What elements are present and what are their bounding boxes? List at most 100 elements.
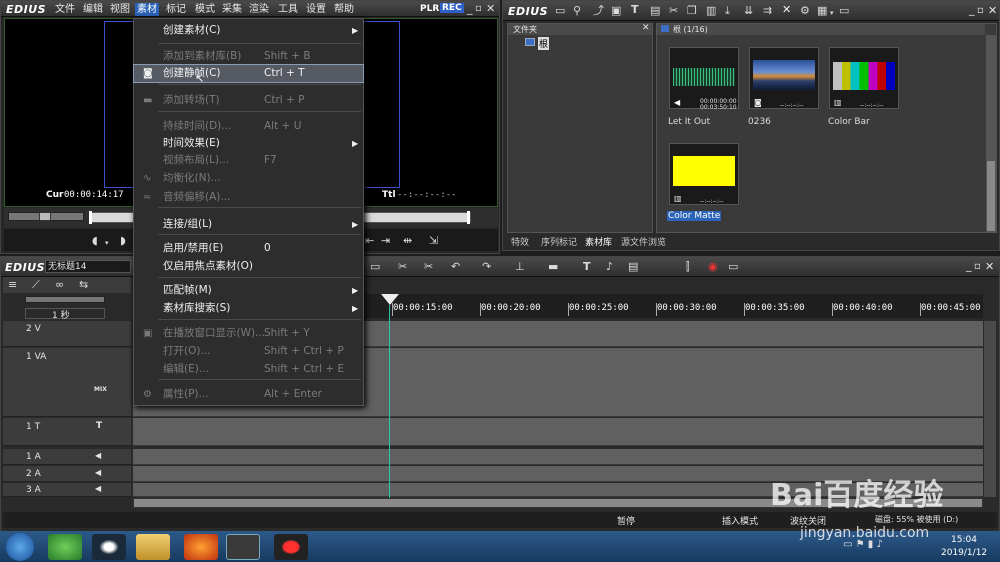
qq-taskbar-icon[interactable] (92, 534, 126, 560)
search-icon[interactable]: ⚲ (573, 4, 581, 18)
view-dropdown-icon[interactable]: ▾ (830, 6, 834, 20)
track-area-1a[interactable] (133, 449, 983, 465)
clip-thumb-0236[interactable]: ◙ --:--:--:-- (749, 47, 819, 109)
menu-item-9[interactable]: 连接/组(L) ▶ (134, 216, 363, 233)
menu-item-13[interactable]: 素材库搜索(S) ▶ (134, 300, 363, 317)
firefox-taskbar-icon[interactable] (184, 534, 218, 560)
step-back-icon[interactable]: ⇤ (365, 234, 374, 248)
shuttle-handle[interactable] (39, 212, 51, 221)
track-header-1va[interactable] (3, 348, 131, 417)
track-area-1t[interactable] (133, 418, 983, 446)
transport-dropdown-icon[interactable]: ▾ (105, 236, 109, 250)
menu-2[interactable]: 视图 (108, 3, 132, 16)
recorder-taskbar-icon[interactable] (274, 534, 308, 560)
clip-pane-scroll-thumb[interactable] (987, 161, 995, 231)
sequence-name-field[interactable]: 无标题14 (45, 260, 131, 273)
mic-icon[interactable]: ♪ (606, 260, 613, 274)
close-icon[interactable]: ✕ (486, 2, 495, 15)
track-header-1t[interactable] (3, 418, 131, 446)
tab-bin[interactable]: 素材库 (585, 235, 612, 248)
mixer-icon[interactable]: ⫿ (686, 260, 690, 274)
clip-thumb-let-it-out[interactable]: ◀ 00:00:00:00 00:03:50:10 (669, 47, 739, 111)
record-icon[interactable]: ◉ (708, 260, 718, 274)
playhead-marker[interactable] (381, 294, 399, 305)
render-icon[interactable]: ▤ (628, 260, 638, 274)
tab-sequence-markers[interactable]: 序列标记 (541, 235, 577, 248)
tl-minimize-icon[interactable]: _ (966, 259, 972, 272)
menu-1[interactable]: 编辑 (81, 3, 105, 16)
menu-item-11[interactable]: 仅启用焦点素材(O) (134, 258, 363, 275)
folder-icon[interactable]: ▭ (555, 4, 565, 18)
set-in-icon[interactable]: ◖ (92, 234, 98, 248)
bin-close-icon[interactable]: ✕ (988, 4, 997, 17)
undo-icon[interactable]: ↶ (451, 260, 460, 274)
track-header-3a[interactable] (3, 483, 131, 497)
cut-icon[interactable]: ✂ (669, 4, 678, 18)
edius-taskbar-icon[interactable] (226, 534, 260, 560)
bin-settings-icon[interactable]: ▭ (839, 4, 849, 18)
view-mode-icon[interactable]: ▦ (817, 4, 827, 18)
tab-effects[interactable]: 特效 (511, 235, 529, 248)
plr-badge[interactable]: PLR (420, 4, 439, 14)
menu-0[interactable]: 文件 (53, 3, 77, 16)
clip-thumb-color-bar[interactable]: ▥ --:--:--:-- (829, 47, 899, 109)
overwrite-icon[interactable]: ⇹ (403, 234, 412, 248)
root-folder-label[interactable]: 根 (538, 37, 550, 50)
set-out-icon[interactable]: ◗ (120, 234, 126, 248)
menu-9[interactable]: 设置 (304, 3, 328, 16)
up-folder-icon[interactable]: ⤴ (593, 4, 604, 18)
layout-icon[interactable]: ▭ (728, 260, 738, 274)
menu-3[interactable]: 素材 (135, 3, 159, 16)
folder-pane-close[interactable]: ✕ (642, 23, 650, 33)
tl-close-icon[interactable]: ✕ (985, 260, 994, 273)
paste-icon[interactable]: ▥ (706, 4, 716, 18)
rec-badge[interactable]: REC (440, 3, 464, 13)
in-marker[interactable] (89, 211, 92, 224)
monitor-icon[interactable]: ▤ (650, 4, 660, 18)
tab-source-browser[interactable]: 源文件浏览 (621, 235, 666, 248)
out-marker[interactable] (467, 211, 470, 224)
menu-item-12[interactable]: 匹配帧(M) ▶ (134, 282, 363, 299)
insert-track-icon[interactable]: ⇊ (744, 4, 753, 18)
menu-item-5[interactable]: 时间效果(E) ▶ (134, 135, 363, 152)
track-tool-2-icon[interactable]: ⟋ (32, 278, 40, 292)
menu-item-2[interactable]: ◙ 创建静帧(C) Ctrl + T (133, 64, 364, 83)
tl-maximize-icon[interactable]: ▫ (974, 261, 981, 272)
add-to-timeline-icon[interactable]: ⤓ (725, 4, 730, 18)
track-tool-4-icon[interactable]: ⇆ (79, 278, 88, 292)
new-folder-icon[interactable]: ▣ (611, 4, 621, 18)
zoom-slider[interactable] (25, 296, 105, 303)
clip-thumb-color-matte[interactable]: ▥ --:--:--:-- (669, 143, 739, 205)
track-tool-3-icon[interactable]: ∞ (55, 278, 64, 292)
tl-toolbar-icon-2[interactable]: ✂ (398, 260, 407, 274)
copy-icon[interactable]: ❐ (687, 4, 697, 18)
menu-7[interactable]: 渲染 (247, 3, 271, 16)
menu-5[interactable]: 模式 (193, 3, 217, 16)
menu-item-0[interactable]: 创建素材(C) ▶ (134, 22, 363, 39)
redo-icon[interactable]: ↷ (482, 260, 491, 274)
title-tl-icon[interactable]: T (583, 260, 591, 274)
track-tool-1-icon[interactable]: ≡ (8, 278, 17, 292)
marker-icon[interactable]: ⊥ (515, 260, 525, 274)
send-icon[interactable]: ⇉ (763, 4, 772, 18)
track-header-2a[interactable] (3, 466, 131, 482)
maximize-icon[interactable]: ▫ (475, 3, 482, 14)
properties-icon[interactable]: ⚙ (800, 4, 810, 18)
menu-10[interactable]: 帮助 (332, 3, 356, 16)
track-header-1a[interactable] (3, 449, 131, 465)
track-header-2v[interactable] (3, 321, 131, 347)
menu-8[interactable]: 工具 (276, 3, 300, 16)
explorer-taskbar-icon[interactable] (136, 534, 170, 560)
tl-toolbar-icon-1[interactable]: ▭ (370, 260, 380, 274)
menu-6[interactable]: 采集 (220, 3, 244, 16)
clock-time[interactable]: 15:04 (951, 535, 977, 545)
delete-icon[interactable]: ✕ (782, 3, 791, 17)
speaker-3a-icon[interactable]: ◀ (95, 484, 101, 493)
bin-maximize-icon[interactable]: ▫ (977, 5, 984, 16)
export-icon[interactable]: ⇲ (429, 234, 438, 248)
start-button[interactable] (6, 533, 34, 561)
insert-to-timeline-icon[interactable]: ⇥ (381, 234, 390, 248)
clock-date[interactable]: 2019/1/12 (941, 548, 987, 558)
menu-4[interactable]: 标记 (164, 3, 188, 16)
link-icon[interactable]: ▬ (548, 260, 558, 274)
